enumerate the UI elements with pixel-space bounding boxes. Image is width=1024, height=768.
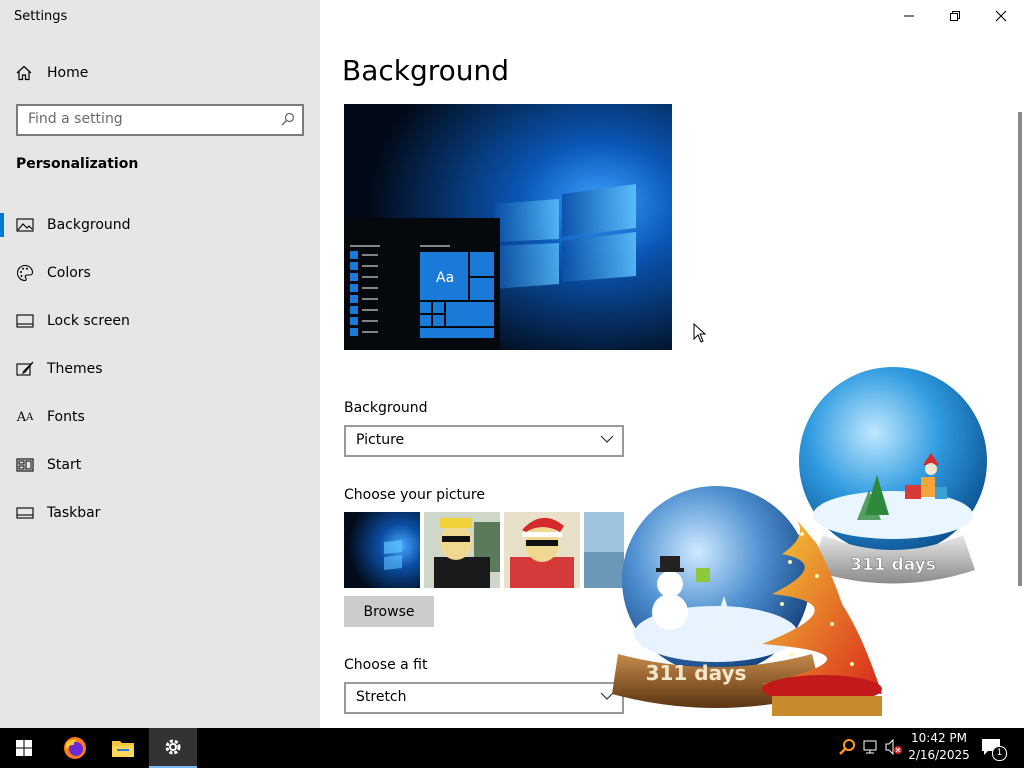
firefox-taskbar-button[interactable] xyxy=(51,728,99,768)
sidebar: Settings Home Find a setting Personaliza… xyxy=(0,0,320,728)
picture-thumbnail-windows[interactable] xyxy=(344,512,420,588)
chevron-down-icon xyxy=(600,435,614,443)
sidebar-item-label: Lock screen xyxy=(47,313,130,329)
sidebar-item-label: Start xyxy=(47,457,82,473)
notification-count-badge: 1 xyxy=(992,746,1007,761)
file-explorer-taskbar-button[interactable] xyxy=(99,728,147,768)
background-label: Background xyxy=(344,400,428,416)
clock-time: 10:42 PM xyxy=(911,731,967,745)
file-explorer-icon xyxy=(112,741,134,757)
sidebar-item-label: Fonts xyxy=(47,409,85,425)
volume-muted-icon[interactable] xyxy=(884,738,904,756)
taskbar-icon xyxy=(16,504,34,522)
settings-icon xyxy=(165,739,181,755)
home-link[interactable]: Home xyxy=(16,62,88,84)
clock[interactable]: 10:42 PM 2/16/2025 xyxy=(908,730,970,764)
themes-icon xyxy=(16,360,34,378)
background-dropdown-value: Picture xyxy=(356,432,405,448)
sidebar-item-label: Background xyxy=(47,217,131,233)
search-placeholder: Find a setting xyxy=(28,111,123,127)
home-icon xyxy=(16,65,32,81)
search-tray-icon[interactable] xyxy=(838,738,856,756)
sidebar-item-colors[interactable]: Colors xyxy=(0,251,320,295)
browse-button[interactable]: Browse xyxy=(344,596,434,627)
sidebar-item-label: Taskbar xyxy=(47,505,101,521)
choose-picture-label: Choose your picture xyxy=(344,487,485,503)
home-label: Home xyxy=(47,65,89,81)
firefox-icon xyxy=(64,737,86,759)
picture-thumbnail-cartoon-2[interactable] xyxy=(504,512,580,588)
windows-logo-icon xyxy=(16,740,32,756)
active-indicator xyxy=(0,213,4,237)
minimize-icon xyxy=(904,15,914,17)
section-title: Personalization xyxy=(16,156,139,172)
page-title: Background xyxy=(342,54,510,87)
settings-taskbar-button[interactable] xyxy=(149,728,197,768)
background-dropdown[interactable]: Picture xyxy=(344,425,624,457)
fit-label: Choose a fit xyxy=(344,657,428,673)
windows-wallpaper-image xyxy=(344,104,672,350)
minimize-button[interactable] xyxy=(886,0,932,32)
restore-icon xyxy=(950,11,960,21)
window-title: Settings xyxy=(14,9,68,24)
lock-screen-icon xyxy=(16,312,34,330)
desktop-preview: Aa xyxy=(344,104,672,350)
sidebar-item-themes[interactable]: Themes xyxy=(0,347,320,391)
search-icon xyxy=(281,112,295,126)
taskbar: 10:42 PM 2/16/2025 1 xyxy=(0,728,1024,768)
palette-icon xyxy=(16,264,34,282)
picture-thumbnail-cartoon-1[interactable] xyxy=(424,512,500,588)
restore-button[interactable] xyxy=(932,0,978,32)
sidebar-item-label: Colors xyxy=(47,265,91,281)
preview-sample-text: Aa xyxy=(436,270,455,286)
clock-date: 2/16/2025 xyxy=(908,748,970,762)
start-button[interactable] xyxy=(0,728,48,768)
close-icon xyxy=(995,10,1007,22)
sidebar-item-fonts[interactable]: AA Fonts xyxy=(0,395,320,439)
sidebar-item-label: Themes xyxy=(47,361,103,377)
front-globe-text: 311 days xyxy=(646,661,747,685)
action-center-button[interactable]: 1 xyxy=(980,736,1007,761)
sidebar-item-start[interactable]: Start xyxy=(0,443,320,487)
fonts-icon: AA xyxy=(16,409,34,425)
search-input[interactable]: Find a setting xyxy=(16,104,304,136)
network-icon[interactable] xyxy=(862,738,880,756)
snow-globe-gadget-front[interactable]: 311 days xyxy=(612,484,892,728)
fit-dropdown[interactable]: Stretch xyxy=(344,682,624,714)
scrollbar[interactable] xyxy=(1018,112,1022,586)
mouse-cursor xyxy=(693,323,707,343)
close-button[interactable] xyxy=(978,0,1024,32)
sidebar-item-lock-screen[interactable]: Lock screen xyxy=(0,299,320,343)
sidebar-item-background[interactable]: Background xyxy=(0,203,320,247)
picture-icon xyxy=(16,216,34,234)
sidebar-item-taskbar[interactable]: Taskbar xyxy=(0,491,320,535)
fit-dropdown-value: Stretch xyxy=(356,689,407,705)
start-icon xyxy=(16,456,34,474)
